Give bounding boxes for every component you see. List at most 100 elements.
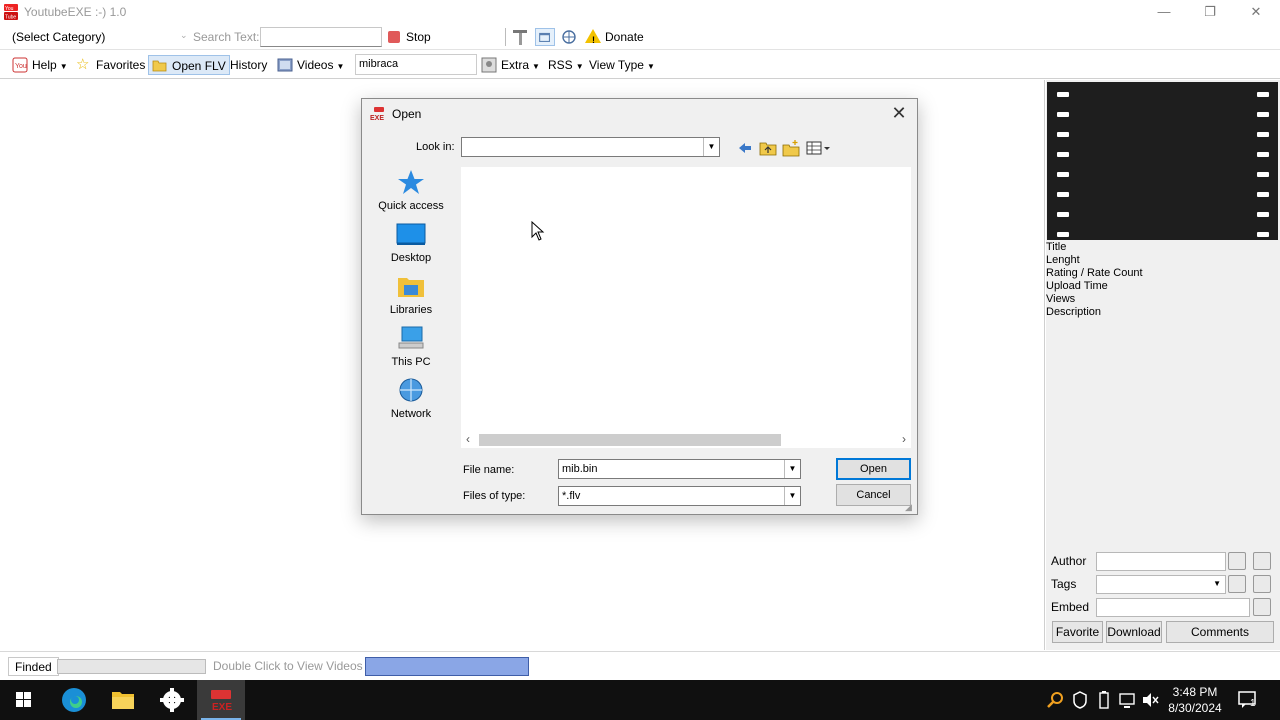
category-dropdown-arrow-icon[interactable]: ⌄ bbox=[180, 30, 188, 41]
open-flv-button[interactable]: Open FLV bbox=[148, 55, 230, 75]
svg-text:You: You bbox=[15, 63, 27, 70]
info-views: Views bbox=[1046, 293, 1076, 305]
file-list-horizontal-scrollbar[interactable]: ‹ › bbox=[461, 431, 911, 448]
extra-icon bbox=[481, 57, 497, 73]
view-type-menu[interactable]: View Type ▼ bbox=[589, 55, 655, 75]
cancel-button[interactable]: Cancel bbox=[836, 484, 911, 506]
tags-dropdown-icon[interactable]: ▼ bbox=[1213, 579, 1221, 588]
edge-browser-icon[interactable] bbox=[50, 680, 98, 720]
libraries-icon bbox=[398, 278, 424, 297]
files-of-type-value: *.flv bbox=[562, 490, 581, 502]
tools-icon[interactable] bbox=[510, 28, 530, 46]
place-this-pc[interactable]: This PC bbox=[368, 325, 454, 368]
file-list-view[interactable] bbox=[461, 167, 911, 431]
refresh-globe-icon[interactable] bbox=[559, 28, 579, 46]
windows-start-icon[interactable] bbox=[0, 680, 48, 720]
network-icon[interactable] bbox=[1117, 680, 1137, 720]
author-videos-icon[interactable] bbox=[1253, 552, 1271, 570]
search-text-input[interactable] bbox=[260, 27, 382, 47]
place-network[interactable]: Network bbox=[368, 377, 454, 420]
tag-refresh-icon[interactable] bbox=[1253, 575, 1271, 593]
place-libraries[interactable]: Libraries bbox=[368, 273, 454, 316]
svg-text:EXE: EXE bbox=[212, 702, 232, 713]
videos-menu[interactable]: Videos ▼ bbox=[277, 55, 344, 75]
search-progress-bar bbox=[57, 659, 206, 674]
open-button[interactable]: Open bbox=[836, 458, 911, 480]
close-window-button[interactable]: ✕ bbox=[1233, 2, 1279, 22]
taskbar-clock[interactable]: 3:48 PM 8/30/2024 bbox=[1160, 684, 1230, 716]
donate-button[interactable]: ! Donate bbox=[585, 28, 644, 46]
scroll-right-icon[interactable]: › bbox=[902, 432, 906, 446]
history-button[interactable]: History bbox=[230, 55, 267, 75]
embed-field[interactable] bbox=[1096, 598, 1250, 617]
secondary-toolbar: You Help ▼ ☆ Favorites Open FLV History V… bbox=[0, 51, 1280, 79]
battery-icon[interactable] bbox=[1094, 680, 1114, 720]
settings-gear-icon[interactable] bbox=[148, 680, 196, 720]
notifications-button[interactable]: 1 bbox=[1236, 680, 1260, 720]
favorite-button[interactable]: Favorite bbox=[1052, 621, 1103, 643]
up-folder-icon[interactable] bbox=[759, 139, 777, 157]
rss-menu[interactable]: RSS ▼ bbox=[548, 55, 584, 75]
open-file-dialog: EXE Open ✕ Look in: ▼ Quick access Deskt… bbox=[361, 98, 918, 515]
favorites-button[interactable]: ☆ Favorites bbox=[76, 55, 145, 75]
video-url-input[interactable]: mibraca bbox=[355, 54, 477, 75]
stop-label: Stop bbox=[406, 30, 431, 44]
dialog-app-icon: EXE bbox=[370, 107, 384, 121]
star-icon: ☆ bbox=[76, 56, 90, 73]
youtube-exe-taskbar-icon[interactable]: EXE bbox=[197, 680, 245, 720]
scrollbar-thumb[interactable] bbox=[479, 434, 781, 446]
extra-caret-icon: ▼ bbox=[532, 62, 540, 71]
help-label: Help bbox=[32, 58, 57, 72]
tags-combobox[interactable]: ▼ bbox=[1096, 575, 1226, 594]
look-in-combobox[interactable]: ▼ bbox=[461, 137, 720, 157]
minimize-button[interactable]: — bbox=[1141, 2, 1187, 22]
new-folder-icon[interactable] bbox=[782, 139, 800, 157]
extra-label: Extra bbox=[501, 58, 530, 72]
place-desktop[interactable]: Desktop bbox=[368, 221, 454, 264]
favorites-label: Favorites bbox=[96, 58, 146, 72]
place-network-label: Network bbox=[390, 408, 432, 420]
stop-icon bbox=[388, 31, 400, 43]
window-mode-icon[interactable] bbox=[535, 28, 555, 46]
search-tray-icon[interactable] bbox=[1045, 680, 1065, 720]
restore-button[interactable]: ❐ bbox=[1187, 2, 1233, 22]
download-button[interactable]: Download bbox=[1106, 621, 1162, 643]
view-menu-icon[interactable] bbox=[806, 139, 832, 157]
file-name-dropdown-icon[interactable]: ▼ bbox=[784, 460, 800, 478]
window-title: YoutubeEXE :-) 1.0 bbox=[24, 5, 127, 19]
volume-muted-icon[interactable] bbox=[1140, 680, 1160, 720]
copy-embed-icon[interactable] bbox=[1253, 598, 1271, 616]
svg-text:EXE: EXE bbox=[370, 115, 384, 121]
this-pc-icon bbox=[398, 326, 424, 349]
look-in-dropdown-icon[interactable]: ▼ bbox=[703, 138, 719, 156]
status-text: Finded bbox=[8, 657, 59, 676]
tag-search-icon[interactable] bbox=[1228, 575, 1246, 593]
help-caret-icon: ▼ bbox=[59, 62, 68, 71]
search-text-label: Search Text: bbox=[193, 30, 260, 44]
help-menu[interactable]: You Help ▼ bbox=[12, 55, 68, 75]
videos-icon bbox=[277, 58, 293, 72]
title-bar: You Tube YoutubeEXE :-) 1.0 — ❐ ✕ bbox=[0, 0, 1280, 24]
file-name-combobox[interactable]: mib.bin ▼ bbox=[558, 459, 801, 479]
toolbar-divider bbox=[505, 28, 506, 46]
info-rating: Rating / Rate Count bbox=[1046, 267, 1143, 279]
windows-taskbar: EXE 3:48 PM 8/30/2024 1 bbox=[0, 680, 1280, 720]
svg-text:Tube: Tube bbox=[5, 15, 16, 21]
back-arrow-icon[interactable] bbox=[736, 139, 754, 157]
security-shield-icon[interactable] bbox=[1070, 680, 1090, 720]
author-profile-icon[interactable] bbox=[1228, 552, 1246, 570]
scroll-left-icon[interactable]: ‹ bbox=[466, 432, 470, 446]
clock-date: 8/30/2024 bbox=[1168, 701, 1222, 715]
author-field[interactable] bbox=[1096, 552, 1226, 571]
video-thumbnail-filmstrip[interactable] bbox=[1047, 82, 1278, 240]
place-quick-access[interactable]: Quick access bbox=[368, 169, 454, 212]
files-of-type-combobox[interactable]: *.flv ▼ bbox=[558, 486, 801, 506]
files-of-type-dropdown-icon[interactable]: ▼ bbox=[784, 487, 800, 505]
extra-menu[interactable]: Extra ▼ bbox=[481, 55, 540, 75]
comments-button[interactable]: Comments bbox=[1166, 621, 1274, 643]
category-select[interactable]: (Select Category) bbox=[8, 28, 190, 46]
file-explorer-icon[interactable] bbox=[99, 680, 147, 720]
resize-grip-icon[interactable]: ◢ bbox=[905, 502, 915, 512]
stop-button[interactable]: Stop bbox=[386, 28, 431, 46]
dialog-close-button[interactable]: ✕ bbox=[887, 103, 911, 125]
